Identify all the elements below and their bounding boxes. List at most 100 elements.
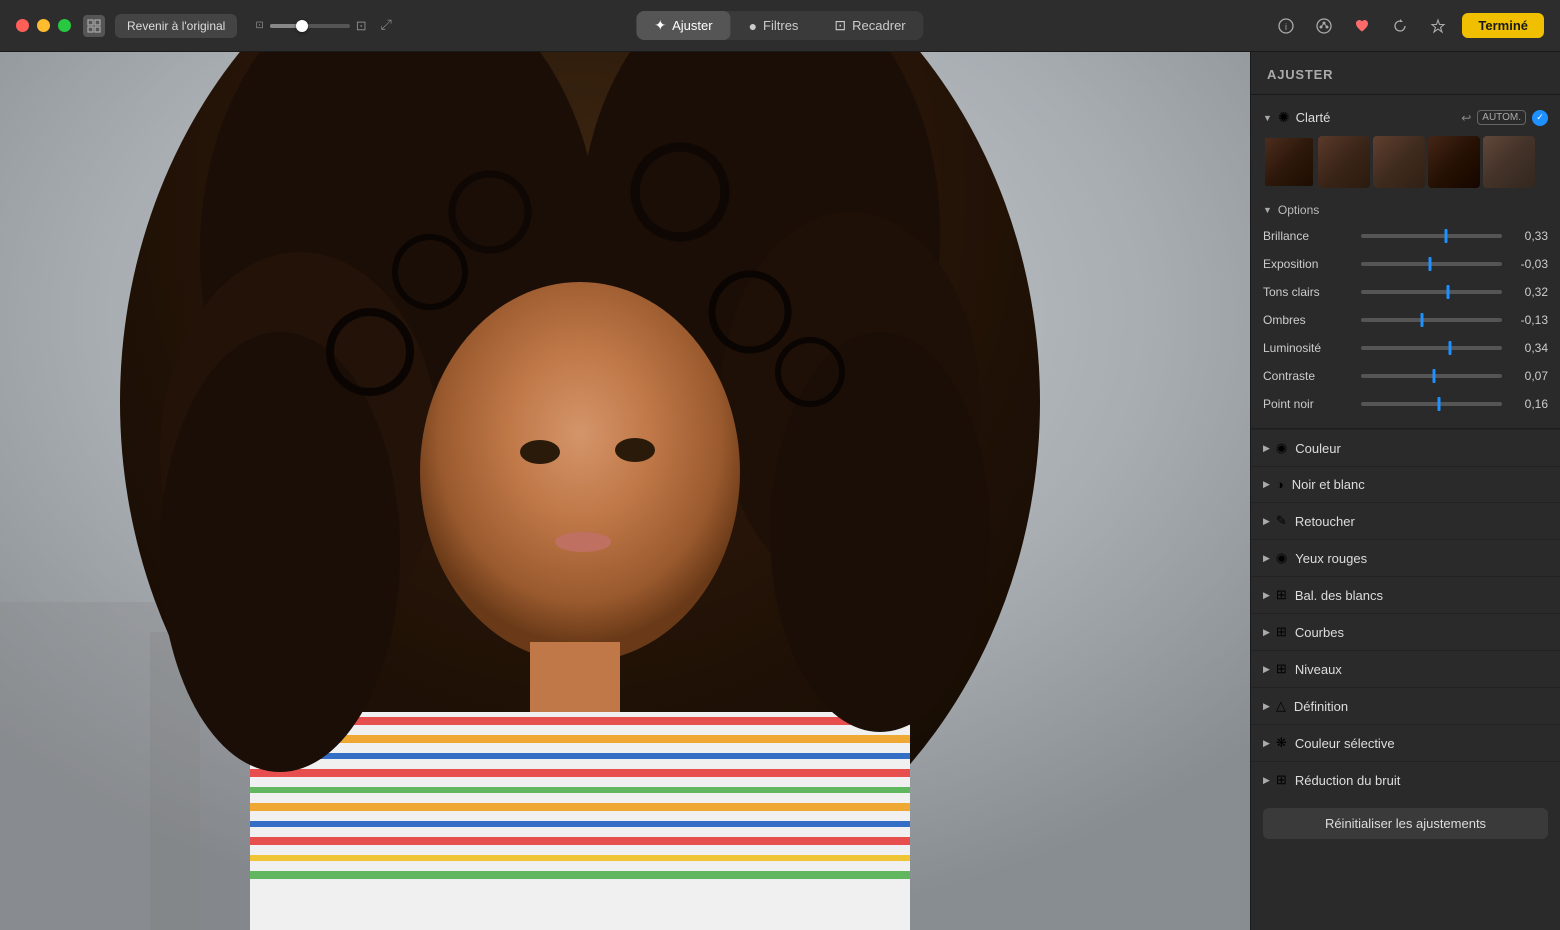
- section-noir-blanc[interactable]: ▶◑Noir et blanc: [1251, 466, 1560, 502]
- thumb-4[interactable]: [1428, 136, 1480, 188]
- window-icon: [83, 15, 105, 37]
- section-yeux-rouges[interactable]: ▶◉Yeux rouges: [1251, 539, 1560, 576]
- label-niveaux: Niveaux: [1295, 662, 1342, 677]
- section-couleur-selective[interactable]: ▶❋Couleur sélective: [1251, 724, 1560, 761]
- magic-button[interactable]: [1424, 12, 1452, 40]
- icon-couleur: ◉: [1276, 440, 1287, 456]
- slider-row-contraste: Contraste0,07: [1251, 362, 1560, 390]
- slider-track-wrap-2[interactable]: [1361, 283, 1502, 301]
- icon-bal-blancs: ⊞: [1276, 587, 1287, 603]
- tab-bar: ✦ Ajuster ● Filtres ⊡ Recadrer: [636, 11, 923, 40]
- close-button[interactable]: [16, 19, 29, 32]
- slider-value-5: 0,07: [1510, 369, 1548, 383]
- revert-button[interactable]: Revenir à l'original: [115, 14, 237, 38]
- favorite-button[interactable]: [1348, 12, 1376, 40]
- panel-scroll[interactable]: ▼ ✺ Clarté ↩ AUTOM. ✓: [1251, 95, 1560, 930]
- section-definition[interactable]: ▶ △ Définition: [1251, 687, 1560, 724]
- thumb-5[interactable]: [1483, 136, 1535, 188]
- slider-track-wrap-4[interactable]: [1361, 339, 1502, 357]
- chevron-definition: ▶: [1263, 701, 1270, 712]
- svg-text:i: i: [1285, 22, 1287, 32]
- section-bal-blancs[interactable]: ▶⊞Bal. des blancs: [1251, 576, 1560, 613]
- info-button[interactable]: i: [1272, 12, 1300, 40]
- section-reduction-bruit[interactable]: ▶⊞Réduction du bruit: [1251, 761, 1560, 798]
- slider-track-wrap-0[interactable]: [1361, 227, 1502, 245]
- chevron-bal-blancs: ▶: [1263, 590, 1270, 601]
- slider-track-wrap-5[interactable]: [1361, 367, 1502, 385]
- share-button[interactable]: [1310, 12, 1338, 40]
- slider-track-wrap-3[interactable]: [1361, 311, 1502, 329]
- chevron-yeux-rouges: ▶: [1263, 553, 1270, 564]
- slider-label-4: Luminosité: [1263, 341, 1353, 355]
- clarte-actions: ↩ AUTOM. ✓: [1461, 110, 1548, 126]
- ajuster-icon: ✦: [654, 17, 666, 34]
- clarte-section: ▼ ✺ Clarté ↩ AUTOM. ✓: [1251, 95, 1560, 429]
- done-button[interactable]: Terminé: [1462, 13, 1544, 38]
- slider-row-ombres: Ombres -0,13: [1251, 306, 1560, 334]
- section-retoucher[interactable]: ▶ ✎ Retoucher: [1251, 502, 1560, 539]
- expand-icon[interactable]: ⤢: [381, 16, 401, 36]
- icon-reduction-bruit: ⊞: [1276, 772, 1287, 788]
- filtres-icon: ●: [749, 18, 757, 34]
- photo-display: [0, 52, 1250, 930]
- slider-value-3: -0,13: [1510, 313, 1548, 327]
- sliders-container: Brillance0,33Exposition-0,03Tons clairs0…: [1251, 222, 1560, 418]
- slider-track-wrap-1[interactable]: [1361, 255, 1502, 273]
- icon-niveaux: ⊞: [1276, 661, 1287, 677]
- label-definition: Définition: [1294, 699, 1348, 714]
- tab-ajuster[interactable]: ✦ Ajuster: [636, 11, 730, 40]
- slider-value-6: 0,16: [1510, 397, 1548, 411]
- chevron-courbes: ▶: [1263, 627, 1270, 638]
- section-courbes[interactable]: ▶⊞Courbes: [1251, 613, 1560, 650]
- tab-filtres[interactable]: ● Filtres: [731, 12, 817, 40]
- main-content: AJUSTER ▼ ✺ Clarté ↩ AUTOM. ✓: [0, 52, 1560, 930]
- chevron-couleur: ▶: [1263, 443, 1270, 454]
- slider-row-tons-clairs: Tons clairs0,32: [1251, 278, 1560, 306]
- section-niveaux[interactable]: ▶ ⊞ Niveaux: [1251, 650, 1560, 687]
- right-panel: AJUSTER ▼ ✺ Clarté ↩ AUTOM. ✓: [1250, 52, 1560, 930]
- label-couleur: Couleur: [1295, 441, 1341, 456]
- slider-label-0: Brillance: [1263, 229, 1353, 243]
- rotate-button[interactable]: [1386, 12, 1414, 40]
- icon-couleur-selective: ❋: [1276, 735, 1287, 751]
- options-header[interactable]: ▼ Options: [1251, 198, 1560, 222]
- clarte-chevron: ▼: [1263, 113, 1272, 123]
- clarte-check[interactable]: ✓: [1532, 110, 1548, 126]
- chevron-niveaux: ▶: [1263, 664, 1270, 675]
- slider-label-1: Exposition: [1263, 257, 1353, 271]
- section-couleur[interactable]: ▶ ◉ Couleur: [1251, 429, 1560, 466]
- reset-adjustments-button[interactable]: Réinitialiser les ajustements: [1263, 808, 1548, 839]
- thumbnail-strip: [1251, 132, 1560, 196]
- minimize-button[interactable]: [37, 19, 50, 32]
- slider-value-2: 0,32: [1510, 285, 1548, 299]
- titlebar-left: Revenir à l'original ⊡ ⊡ ⤢: [83, 14, 401, 38]
- clarte-header[interactable]: ▼ ✺ Clarté ↩ AUTOM. ✓: [1251, 103, 1560, 132]
- clarte-reset-icon[interactable]: ↩: [1461, 111, 1471, 125]
- sections-container: ▶◉Couleur▶◑Noir et blanc▶✎Retoucher▶◉Yeu…: [1251, 429, 1560, 798]
- slider-row-exposition: Exposition-0,03: [1251, 250, 1560, 278]
- titlebar-right: i Terminé: [1272, 12, 1544, 40]
- chevron-noir-blanc: ▶: [1263, 479, 1270, 490]
- zoom-slider[interactable]: [270, 24, 350, 28]
- icon-retoucher: ✎: [1276, 513, 1287, 529]
- options-chevron: ▼: [1263, 205, 1272, 215]
- chevron-retoucher: ▶: [1263, 516, 1270, 527]
- clarte-icon: ✺: [1278, 109, 1290, 126]
- icon-definition: △: [1276, 698, 1286, 714]
- thumb-1[interactable]: [1263, 136, 1315, 188]
- options-section: ▼ Options Brillance0,33Exposition-0,03To…: [1251, 196, 1560, 420]
- tab-recadrer[interactable]: ⊡ Recadrer: [816, 11, 923, 40]
- icon-yeux-rouges: ◉: [1276, 550, 1287, 566]
- slider-label-3: Ombres: [1263, 313, 1353, 327]
- thumb-2[interactable]: [1318, 136, 1370, 188]
- maximize-button[interactable]: [58, 19, 71, 32]
- clarte-autom-badge[interactable]: AUTOM.: [1477, 110, 1526, 125]
- slider-track-wrap-6[interactable]: [1361, 395, 1502, 413]
- zoom-small-icon: ⊡: [255, 20, 263, 31]
- recadrer-icon: ⊡: [834, 17, 846, 34]
- slider-value-4: 0,34: [1510, 341, 1548, 355]
- clarte-label: Clarté: [1296, 110, 1462, 125]
- label-retoucher: Retoucher: [1295, 514, 1355, 529]
- label-noir-blanc: Noir et blanc: [1292, 477, 1365, 492]
- thumb-3[interactable]: [1373, 136, 1425, 188]
